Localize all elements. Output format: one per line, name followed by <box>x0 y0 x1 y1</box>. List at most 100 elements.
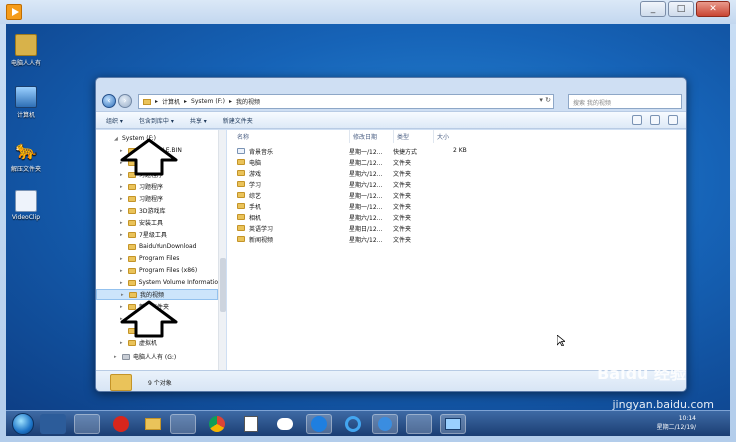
tree-item-baiduyun[interactable]: BaiduYunDownload <box>96 241 218 252</box>
file-list[interactable]: 名称 修改日期 类型 大小 背景音乐 星期一/12... 快捷方式 2 KB 电脑 星期… <box>227 130 686 370</box>
taskbar-app-cloud[interactable] <box>272 414 298 434</box>
taskbar-app-red[interactable] <box>108 414 134 434</box>
breadcrumb-drive[interactable]: System (F:) <box>191 98 225 105</box>
folder-icon <box>237 181 245 187</box>
column-header-name[interactable]: 名称 <box>237 130 347 143</box>
desktop-icon-unzip-folder[interactable]: 🐆 解压文件夹 <box>6 140 46 173</box>
file-row[interactable]: 学习 星期六/12... 文件夹 <box>237 179 677 190</box>
taskbar-app-chrome[interactable] <box>204 414 230 434</box>
tree-item-my-videos[interactable]: ▸ 我的视频 <box>96 289 218 300</box>
refresh-icon[interactable]: ▾ ↻ <box>539 96 551 104</box>
file-row[interactable]: 新闻视频 星期六/12... 文件夹 <box>237 234 677 245</box>
preview-pane-icon[interactable] <box>650 115 660 125</box>
address-bar[interactable]: ▸ 计算机 ▸ System (F:) ▸ 我的视频 ▾ ↻ <box>138 94 554 109</box>
folder-icon <box>110 374 132 391</box>
tree-item-system-volume[interactable]: ▸ System Volume Informatio <box>96 277 218 288</box>
share-menu[interactable]: 共享 ▾ <box>190 116 207 125</box>
cloud-icon <box>277 418 293 430</box>
globe-icon <box>378 417 392 431</box>
tree-item-folder[interactable]: ▸习题程序 <box>96 181 218 192</box>
column-header-type[interactable]: 类型 <box>393 130 433 143</box>
system-clock[interactable]: 10:14 星期二/12/19/ <box>657 414 696 432</box>
taskbar-app-explorer[interactable] <box>74 414 100 434</box>
file-row[interactable]: 游戏 星期六/12... 文件夹 <box>237 168 677 179</box>
search-input[interactable]: 搜索 我的视频 <box>568 94 682 109</box>
folder-icon <box>237 159 245 165</box>
video-file-icon <box>15 190 37 212</box>
minimize-button[interactable]: _ <box>640 1 666 17</box>
folder-icon <box>143 98 151 105</box>
shortcut-icon <box>237 148 245 154</box>
breadcrumb-current[interactable]: 我的视频 <box>236 97 260 106</box>
desktop-icon-user-folder[interactable]: 电脑人人有 <box>6 34 46 67</box>
back-button[interactable]: ‹ <box>102 94 116 108</box>
desktop-icon-label: 电脑人人有 <box>10 60 41 67</box>
tree-item-vm[interactable]: ▸ 虚拟机 <box>96 337 218 348</box>
computer-icon <box>15 86 37 108</box>
watermark-brand: Baidu 经验 <box>597 364 686 383</box>
taskbar-app-s[interactable] <box>306 414 332 434</box>
tree-item-7star-tools[interactable]: ▸ 7星级工具 <box>96 229 218 240</box>
tree-item-program-files[interactable]: ▸ Program Files <box>96 253 218 264</box>
desktop-icon-label: VideoClip <box>11 214 41 221</box>
clock-date: 星期二/12/19/ <box>656 424 696 431</box>
folder-icon <box>237 214 245 220</box>
taskbar-app-browser[interactable] <box>170 414 196 434</box>
organize-menu[interactable]: 组织 ▾ <box>106 116 123 125</box>
folder-icon <box>237 236 245 242</box>
tree-item-g-drive[interactable]: ▸ 电脑人人有 (G:) <box>96 351 218 362</box>
start-button[interactable] <box>12 413 34 435</box>
maximize-button[interactable]: □ <box>668 1 694 17</box>
explorer-window: ‹ › ▸ 计算机 ▸ System (F:) ▸ 我的视频 ▾ ↻ 搜索 我的… <box>95 77 687 392</box>
taskbar: 10:14 星期二/12/19/ <box>6 410 730 436</box>
file-row[interactable]: 综艺 星期一/12... 文件夹 <box>237 190 677 201</box>
desktop-icon-computer[interactable]: 计算机 <box>6 86 46 119</box>
item-count: 9 个对象 <box>148 380 172 387</box>
help-icon[interactable] <box>668 115 678 125</box>
tree-item-folder[interactable]: ▸习题程序 <box>96 193 218 204</box>
chrome-icon <box>209 416 225 432</box>
tree-item-3d-games[interactable]: ▸ 3D游戏库 <box>96 205 218 216</box>
tree-item-program-files-x86[interactable]: ▸ Program Files (x86) <box>96 265 218 276</box>
desktop-icon-videoclip[interactable]: VideoClip <box>6 190 46 221</box>
folder-icon <box>237 192 245 198</box>
host-bottom-border <box>0 436 736 442</box>
file-row[interactable]: 英语学习 星期日/12... 文件夹 <box>237 223 677 234</box>
view-options-icon[interactable] <box>632 115 642 125</box>
breadcrumb-computer[interactable]: 计算机 <box>162 97 180 106</box>
taskbar-app-notepad[interactable] <box>238 414 264 434</box>
include-in-library-menu[interactable]: 包含到库中 ▾ <box>139 116 174 125</box>
folder-icon <box>237 170 245 176</box>
user-folder-icon <box>15 34 37 56</box>
taskbar-app-desktop[interactable] <box>40 414 66 434</box>
file-row[interactable]: 相机 星期六/12... 文件夹 <box>237 212 677 223</box>
forward-button[interactable]: › <box>118 94 132 108</box>
folder-icon <box>237 203 245 209</box>
mouse-cursor-icon <box>557 335 565 346</box>
taskbar-app-globe[interactable] <box>372 414 398 434</box>
taskbar-app-folder[interactable] <box>140 414 166 434</box>
file-row[interactable]: 手机 星期一/12... 文件夹 <box>237 201 677 212</box>
column-header-size[interactable]: 大小 <box>433 130 473 143</box>
close-button[interactable]: ✕ <box>696 1 730 17</box>
navigation-scrollbar[interactable] <box>218 130 226 370</box>
file-row[interactable]: 背景音乐 星期一/12... 快捷方式 2 KB <box>237 146 677 157</box>
desktop-icon-label: 计算机 <box>16 112 35 119</box>
column-header-date[interactable]: 修改日期 <box>349 130 391 143</box>
address-row: ‹ › ▸ 计算机 ▸ System (F:) ▸ 我的视频 ▾ ↻ 搜索 我的… <box>102 93 682 110</box>
taskbar-app-ie[interactable] <box>340 414 366 434</box>
taskbar-app-ie2[interactable] <box>406 414 432 434</box>
media-player-icon <box>6 4 22 20</box>
taskbar-app-monitor[interactable] <box>440 414 466 434</box>
new-folder-button[interactable]: 新建文件夹 <box>223 116 253 125</box>
file-row[interactable]: 电脑 星期二/12... 文件夹 <box>237 157 677 168</box>
tree-item-install-tools[interactable]: ▸ 安装工具 <box>96 217 218 228</box>
red-app-icon <box>113 416 129 432</box>
panther-icon: 🐆 <box>15 140 38 161</box>
arrow-up-icon <box>120 138 178 176</box>
clock-time: 10:14 <box>678 415 696 422</box>
scrollbar-thumb[interactable] <box>220 258 226 312</box>
notepad-icon <box>244 416 258 432</box>
folder-icon <box>237 225 245 231</box>
command-bar: 组织 ▾ 包含到库中 ▾ 共享 ▾ 新建文件夹 <box>96 111 686 129</box>
